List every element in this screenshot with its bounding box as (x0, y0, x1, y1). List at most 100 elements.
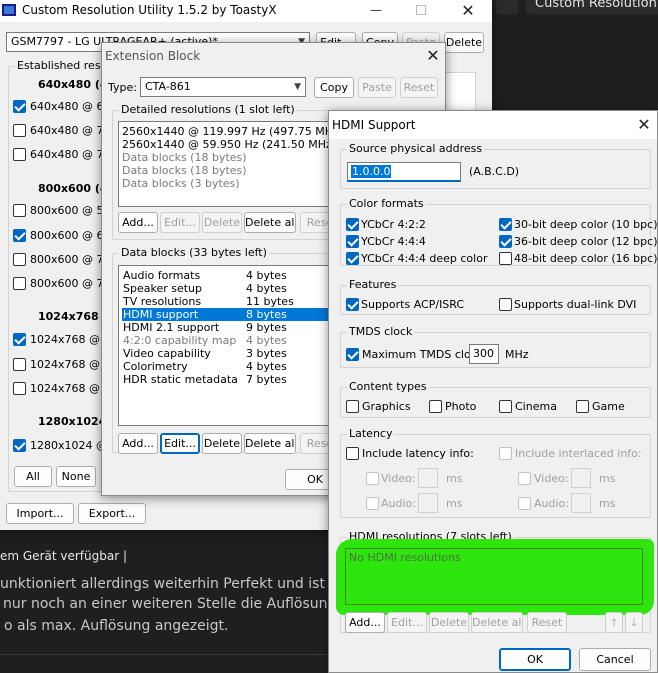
feature-label: Supports ACP/ISRC (361, 298, 465, 311)
extension-close-icon[interactable]: ✕ (418, 45, 448, 67)
content-type-label: Graphics (362, 400, 411, 413)
hdmi-reset-button[interactable]: Reset (527, 612, 567, 633)
det-add-button[interactable]: Add... (118, 212, 158, 233)
content-types-label: Content types (347, 380, 429, 393)
data-blocks-group-label: Data blocks (33 bytes left) (119, 246, 269, 259)
color-format-label: YCbCr 4:2:2 (361, 218, 426, 231)
content-type-checkbox[interactable] (576, 400, 589, 413)
resolution-checkbox[interactable] (13, 382, 26, 395)
ext-reset-button[interactable]: Reset (400, 77, 438, 98)
db-delete-button[interactable]: Delete (202, 433, 242, 454)
maximize-icon[interactable] (416, 5, 426, 15)
main-titlebar[interactable]: Custom Resolution Utility 1.5.2 by Toast… (0, 0, 492, 22)
resolution-checkbox[interactable] (13, 253, 26, 266)
interlaced-video-input[interactable] (571, 468, 591, 488)
resolution-checkbox[interactable] (13, 439, 26, 452)
content-type-checkbox[interactable] (429, 400, 442, 413)
latency-checkbox[interactable] (346, 447, 359, 460)
tmds-checkbox[interactable] (346, 348, 359, 361)
hdmi-edit-button[interactable]: Edit... (387, 612, 427, 633)
interlaced-audio-unit: ms (599, 497, 616, 510)
interlaced-video-unit: ms (599, 472, 616, 485)
hdmi-support-window: HDMI Support ✕ Source physical address 1… (328, 110, 658, 673)
resolution-checkbox[interactable] (13, 100, 26, 113)
type-select-value: CTA-861 (145, 80, 191, 93)
color-format-checkbox[interactable] (346, 235, 359, 248)
resolution-checkbox[interactable] (13, 333, 26, 346)
none-button[interactable]: None (56, 466, 96, 487)
det-delete-all-button[interactable]: Delete all (244, 212, 296, 233)
feature-label: Supports dual-link DVI (514, 298, 637, 311)
hdmi-ok-button[interactable]: OK (499, 648, 571, 671)
hdmi-delete-all-button[interactable]: Delete all (471, 612, 523, 633)
content-type-checkbox[interactable] (346, 400, 359, 413)
audio-latency-checkbox[interactable] (366, 497, 379, 510)
extension-titlebar[interactable]: Extension Block ✕ (102, 43, 445, 69)
ext-paste-button[interactable]: Paste (358, 77, 396, 98)
interlaced-audio-label: Audio: (534, 497, 569, 510)
interlaced-audio-checkbox[interactable] (518, 497, 531, 510)
data-block-name: Video capability (123, 347, 211, 360)
export-button[interactable]: Export... (78, 503, 146, 524)
ext-copy-button[interactable]: Copy (314, 77, 354, 98)
chevron-down-icon: ▼ (294, 82, 301, 92)
hdmi-close-icon[interactable]: ✕ (629, 114, 658, 136)
det-delete-button[interactable]: Delete (202, 212, 242, 233)
hdmi-resolutions-list[interactable]: No HDMI resolutions (345, 548, 643, 605)
resolution-checkbox[interactable] (13, 148, 26, 161)
color-format-checkbox[interactable] (499, 252, 512, 265)
db-edit-button[interactable]: Edit... (160, 433, 200, 454)
interlaced-checkbox[interactable] (499, 447, 512, 460)
import-button[interactable]: Import... (6, 503, 74, 524)
data-block-size: 4 bytes (246, 334, 287, 347)
interlaced-video-checkbox[interactable] (518, 472, 531, 485)
move-up-button[interactable]: 🡑 (605, 612, 623, 633)
resolution-checkbox[interactable] (13, 124, 26, 137)
resolution-label: 800x600 @ 72 (30, 253, 111, 266)
resolution-label: 800x600 @ 75 (30, 277, 111, 290)
main-close-icon[interactable]: ✕ (453, 0, 483, 22)
color-format-checkbox[interactable] (346, 252, 359, 265)
data-block-size: 3 bytes (246, 347, 287, 360)
audio-latency-input[interactable] (418, 493, 438, 513)
feature-checkbox[interactable] (499, 298, 512, 311)
resolution-checkbox[interactable] (13, 358, 26, 371)
hdmi-cancel-button[interactable]: Cancel (579, 648, 651, 671)
tmds-clock-input[interactable]: 300 (469, 344, 499, 364)
data-block-name: HDMI support (123, 308, 199, 321)
data-block-size: 7 bytes (246, 373, 287, 386)
resolution-checkbox[interactable] (13, 277, 26, 290)
color-format-checkbox[interactable] (346, 218, 359, 231)
move-down-button[interactable]: 🡓 (625, 612, 643, 633)
background-top-tab[interactable]: Custom Resolution U (526, 0, 658, 14)
data-block-size: 8 bytes (246, 308, 287, 321)
video-latency-unit: ms (446, 472, 463, 485)
resolution-label: 800x600 @ 60 (30, 229, 111, 242)
all-button[interactable]: All (14, 466, 52, 487)
color-format-label: YCbCr 4:4:4 (361, 235, 426, 248)
video-latency-label: Video: (381, 472, 416, 485)
video-latency-checkbox[interactable] (366, 472, 379, 485)
source-address-input[interactable]: 1.0.0.0 (347, 162, 461, 182)
resolution-checkbox[interactable] (13, 204, 26, 217)
feature-checkbox[interactable] (346, 298, 359, 311)
hdmi-titlebar[interactable]: HDMI Support ✕ (329, 111, 657, 139)
hdmi-add-button[interactable]: Add... (345, 612, 385, 633)
interlaced-audio-input[interactable] (571, 493, 591, 513)
resolution-checkbox[interactable] (13, 229, 26, 242)
minimize-icon[interactable]: — (370, 3, 382, 17)
det-edit-button[interactable]: Edit... (160, 212, 200, 233)
video-latency-input[interactable] (418, 468, 438, 488)
type-label: Type: (108, 81, 137, 94)
color-format-checkbox[interactable] (499, 235, 512, 248)
background-toolbar-button[interactable] (496, 0, 518, 14)
delete-monitor-button[interactable]: Delete (444, 32, 484, 53)
hdmi-delete-button[interactable]: Delete (429, 612, 469, 633)
content-type-checkbox[interactable] (499, 400, 512, 413)
type-select[interactable]: CTA-861 ▼ (140, 77, 306, 97)
latency-label: Latency (347, 427, 395, 440)
color-format-label: 48-bit deep color (16 bpc) (514, 252, 658, 265)
color-format-checkbox[interactable] (499, 218, 512, 231)
db-add-button[interactable]: Add... (118, 433, 158, 454)
db-delete-all-button[interactable]: Delete all (244, 433, 296, 454)
